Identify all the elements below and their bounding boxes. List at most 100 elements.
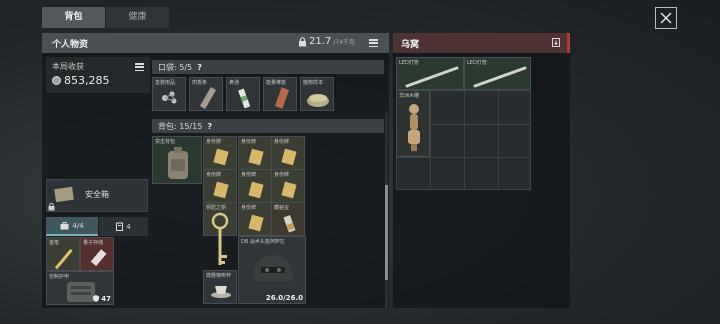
coin-icon [52, 76, 61, 85]
shield-icon [92, 295, 99, 302]
income-amount: 853,285 [64, 74, 110, 87]
nest-led-tube-2[interactable]: LED灯管 [464, 57, 531, 90]
quantum-storage-icon [90, 249, 107, 267]
wood-carving-icon [408, 104, 420, 151]
armor-durability: 47 [92, 295, 111, 303]
helmet-durability: 26.0/26.0 [265, 294, 303, 302]
item-label: 非洲木雕 [399, 93, 420, 99]
id-card-slot-2[interactable]: 身份牌 [238, 136, 272, 170]
backpack-scrollbar-thumb[interactable] [385, 185, 388, 280]
sort-menu-icon[interactable] [369, 39, 378, 47]
jerky-icon [199, 87, 217, 109]
helmet-icon [253, 255, 293, 281]
pocket-title: 口袋: [158, 63, 177, 72]
item-label: 钥匙之钥 [206, 205, 227, 211]
nest-led-tube-1[interactable]: LED灯管 [396, 57, 464, 90]
id-card-slot-7[interactable]: 身份牌 [238, 202, 272, 236]
personal-items-title: 个人物资 [52, 40, 89, 50]
safe-slot-storage[interactable]: 量子存储 [80, 237, 114, 271]
id-card-icon [281, 148, 297, 166]
item-label: 自制护甲 [49, 274, 70, 280]
pocket-slot-4[interactable]: 能量棒能 [263, 77, 297, 111]
pocket-count: 5/5 [179, 63, 193, 72]
helmet-slot[interactable]: DB 战术头盔阿萨拉 26.0/26.0 [238, 236, 306, 304]
plant-sample-icon [307, 94, 329, 107]
pocket-slot-1[interactable]: 急救用品 [152, 77, 186, 111]
income-value: 853,285 [52, 74, 110, 87]
safe-slot-pen[interactable]: 金笔 [46, 237, 80, 271]
close-icon [660, 12, 672, 24]
cup-icon [211, 286, 231, 298]
weight-capacity: /74千克 [333, 39, 355, 46]
id-card-icon [248, 214, 264, 232]
backpack-help[interactable]: ? [207, 122, 212, 131]
item-label: 身份牌 [241, 205, 257, 211]
led-tube-icon [473, 66, 527, 88]
item-label: 肉香条 [192, 80, 208, 86]
id-card-slot-4[interactable]: 身份牌 [203, 169, 237, 203]
item-label: 金笔 [49, 240, 60, 246]
item-label: 突击背包 [155, 139, 176, 145]
safe-box-icon [54, 186, 74, 203]
led-tube-icon [405, 66, 459, 88]
pocket-slot-2[interactable]: 肉香条 [189, 77, 223, 111]
item-label: 身份牌 [274, 139, 290, 145]
item-label: 身份牌 [241, 139, 257, 145]
close-button[interactable] [655, 7, 677, 29]
safe-tab-cases-count: 4/4 [72, 221, 84, 230]
id-card-icon [213, 148, 229, 166]
weight-display: 21.7 /74千克 [298, 36, 355, 47]
safe-tab-cards[interactable]: 4 [99, 217, 148, 236]
energy-bar-icon [274, 87, 290, 109]
first-aid-icon [162, 91, 177, 104]
pocket-slot-5[interactable]: 植物样本 [300, 77, 334, 111]
item-label: 急救用品 [155, 80, 176, 86]
id-card-slot-5[interactable]: 身份牌 [238, 169, 272, 203]
id-card-slot-3[interactable]: 身份牌 [271, 136, 305, 170]
id-card-icon [248, 181, 264, 199]
item-label: 典雅咖啡杯 [206, 273, 232, 279]
bullet-icon [283, 215, 296, 233]
safe-tab-cases[interactable]: 4/4 [46, 217, 98, 236]
item-label: 身份牌 [274, 172, 290, 178]
item-label: 能量棒能 [266, 80, 287, 86]
item-label: 身份牌 [206, 139, 222, 145]
income-menu-icon[interactable] [135, 63, 144, 71]
id-card-icon [248, 148, 264, 166]
backpack-label: 背包: 15/15 ? [158, 121, 212, 132]
pocket-slot-3[interactable]: 鼻通 [226, 77, 260, 111]
item-label: 鼻通 [229, 80, 240, 86]
pocket-help[interactable]: ? [197, 63, 202, 72]
nest-header [393, 33, 570, 53]
safe-slot-armor[interactable]: 自制护甲 47 [46, 271, 114, 305]
nest-sort-icon[interactable] [552, 38, 560, 47]
armor-value: 47 [101, 295, 111, 303]
id-card-icon [281, 181, 297, 199]
item-label: 植物样本 [303, 80, 324, 86]
nest-wood-carving[interactable]: 非洲木雕 [396, 90, 430, 157]
briefcase-icon [60, 221, 69, 229]
tab-backpack[interactable]: 背包 [42, 7, 105, 28]
card-holder-icon [116, 222, 124, 231]
id-card-slot-6[interactable]: 身份牌 [271, 169, 305, 203]
weight-value: 21.7 [309, 36, 332, 47]
income-label: 本局收获 [52, 62, 84, 71]
bullet-slot[interactable]: 藏秘宝 [271, 202, 305, 236]
cup-slot[interactable]: 典雅咖啡杯 [203, 270, 237, 304]
backpack-count: 15/15 [179, 122, 203, 131]
item-label: 量子存储 [83, 240, 104, 246]
item-label: 身份牌 [206, 172, 222, 178]
backpack-equipped[interactable]: 突击背包 [152, 136, 202, 184]
item-label: 藏秘宝 [274, 205, 290, 211]
id-card-icon [213, 181, 229, 199]
id-card-slot-1[interactable]: 身份牌 [203, 136, 237, 170]
safe-box-label: 安全箱 [85, 190, 109, 199]
weight-lock-icon [299, 36, 306, 46]
tab-health[interactable]: 健康 [106, 7, 169, 28]
nasal-spray-icon [238, 88, 251, 109]
nest-title: 乌窝 [401, 40, 420, 50]
golden-pen-icon [54, 248, 73, 269]
item-label: DB 战术头盔阿萨拉 [241, 239, 285, 245]
pocket-label: 口袋: 5/5 ? [158, 62, 202, 73]
backpack-icon [168, 147, 188, 179]
